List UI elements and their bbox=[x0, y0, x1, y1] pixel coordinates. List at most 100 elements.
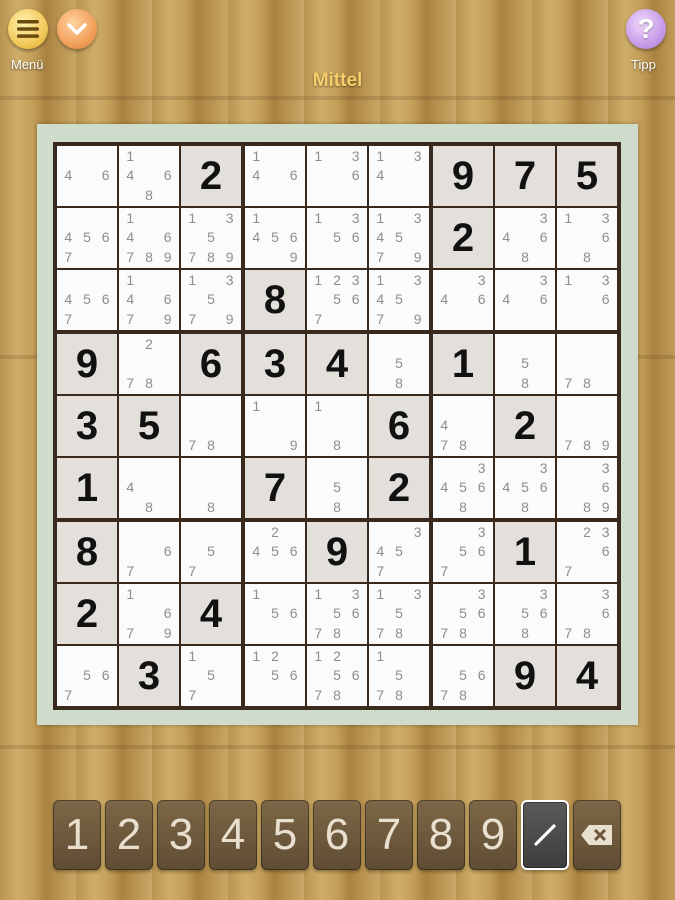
sudoku-cell[interactable]: 12356 7 bbox=[307, 270, 367, 330]
sudoku-cell[interactable]: 9 bbox=[57, 334, 117, 394]
sudoku-cell[interactable]: 1 3 6 bbox=[307, 146, 367, 206]
candidate-note: 7 bbox=[314, 310, 323, 327]
sudoku-cell[interactable]: 1 456 9 bbox=[245, 208, 305, 268]
sudoku-cell[interactable]: 3 4568 bbox=[495, 458, 555, 518]
sudoku-cell[interactable]: 8 bbox=[245, 270, 305, 330]
sudoku-cell[interactable]: 1 3 4 bbox=[369, 146, 429, 206]
sudoku-cell[interactable]: 156 bbox=[245, 584, 305, 644]
sudoku-cell[interactable]: 157 bbox=[181, 646, 241, 706]
sudoku-cell[interactable]: 456 7 bbox=[57, 270, 117, 330]
sudoku-cell[interactable]: 1 3 68 bbox=[557, 208, 617, 268]
sudoku-cell[interactable]: 3 4 6 bbox=[433, 270, 493, 330]
sudoku-cell[interactable]: 46 bbox=[57, 146, 117, 206]
sudoku-cell[interactable]: 1 bbox=[57, 458, 117, 518]
sudoku-cell[interactable]: 3 4 68 bbox=[495, 208, 555, 268]
sudoku-cell[interactable]: 3 4 6 bbox=[495, 270, 555, 330]
sudoku-cell[interactable]: 3 689 bbox=[557, 458, 617, 518]
sudoku-cell[interactable]: 78 bbox=[181, 396, 241, 456]
sudoku-cell[interactable]: 1 357 9 bbox=[181, 270, 241, 330]
sudoku-cell[interactable]: 7 bbox=[495, 146, 555, 206]
sudoku-cell[interactable]: 2 bbox=[495, 396, 555, 456]
tip-button[interactable]: ? bbox=[626, 9, 666, 49]
sudoku-cell[interactable]: 4 bbox=[307, 334, 367, 394]
sudoku-cell[interactable]: 12 56 78 bbox=[307, 646, 367, 706]
sudoku-cell[interactable]: 58 bbox=[369, 334, 429, 394]
sudoku-cell[interactable]: 2 78 bbox=[119, 334, 179, 394]
digit-key-5[interactable]: 5 bbox=[261, 800, 309, 870]
digit-key-7[interactable]: 7 bbox=[365, 800, 413, 870]
sudoku-cell[interactable]: 1 3 457 9 bbox=[369, 208, 429, 268]
sudoku-cell[interactable]: 67 bbox=[119, 522, 179, 582]
digit-key-9[interactable]: 9 bbox=[469, 800, 517, 870]
sudoku-cell[interactable]: 1 35789 bbox=[181, 208, 241, 268]
sudoku-cell[interactable]: 19 bbox=[245, 396, 305, 456]
sudoku-cell[interactable]: 48 bbox=[119, 458, 179, 518]
sudoku-cell[interactable]: 58 bbox=[307, 458, 367, 518]
sudoku-cell[interactable]: 3568 bbox=[495, 584, 555, 644]
sudoku-cell[interactable]: 78 bbox=[557, 334, 617, 394]
sudoku-cell[interactable]: 56 7 bbox=[57, 646, 117, 706]
sudoku-cell[interactable]: 9 bbox=[433, 146, 493, 206]
sudoku-cell[interactable]: 5 bbox=[119, 396, 179, 456]
sudoku-cell[interactable]: 1679 bbox=[119, 584, 179, 644]
sudoku-cell[interactable]: 1 4 6 789 bbox=[119, 208, 179, 268]
sudoku-cell[interactable]: 18 bbox=[307, 396, 367, 456]
sudoku-cell[interactable]: 3 bbox=[57, 396, 117, 456]
sudoku-cell[interactable]: 9 bbox=[495, 646, 555, 706]
erase-button[interactable] bbox=[573, 800, 621, 870]
sudoku-cell[interactable]: 3 457 bbox=[369, 522, 429, 582]
sudoku-cell[interactable]: 5 bbox=[557, 146, 617, 206]
sudoku-cell[interactable]: 4 78 bbox=[433, 396, 493, 456]
sudoku-cell[interactable]: 789 bbox=[557, 396, 617, 456]
digit-key-4[interactable]: 4 bbox=[209, 800, 257, 870]
sudoku-cell[interactable]: 1 3578 bbox=[369, 584, 429, 644]
sudoku-cell[interactable]: 8 bbox=[57, 522, 117, 582]
sudoku-cell[interactable]: 356 7 bbox=[433, 522, 493, 582]
sudoku-cell[interactable]: 12 56 bbox=[245, 646, 305, 706]
digit-key-1[interactable]: 1 bbox=[53, 800, 101, 870]
sudoku-cell[interactable]: 4 bbox=[557, 646, 617, 706]
sudoku-cell[interactable]: 3 6 78 bbox=[557, 584, 617, 644]
menu-button[interactable] bbox=[8, 9, 48, 49]
sudoku-cell[interactable]: 1 bbox=[495, 522, 555, 582]
sudoku-cell[interactable]: 3 4568 bbox=[433, 458, 493, 518]
candidate-note: 3 bbox=[601, 524, 610, 540]
sudoku-cell[interactable]: 1 356 bbox=[307, 208, 367, 268]
sudoku-cell[interactable]: 3 bbox=[119, 646, 179, 706]
sudoku-cell[interactable]: 3 bbox=[245, 334, 305, 394]
digit-key-6[interactable]: 6 bbox=[313, 800, 361, 870]
sudoku-cell[interactable]: 9 bbox=[307, 522, 367, 582]
sudoku-cell[interactable]: 356 78 bbox=[433, 584, 493, 644]
sudoku-cell[interactable]: 56 78 bbox=[433, 646, 493, 706]
sudoku-cell[interactable]: 2 bbox=[369, 458, 429, 518]
sudoku-cell[interactable]: 1 3 6 bbox=[557, 270, 617, 330]
sudoku-cell[interactable]: 6 bbox=[369, 396, 429, 456]
collapse-button[interactable] bbox=[57, 9, 97, 49]
sudoku-cell[interactable]: 2456 bbox=[245, 522, 305, 582]
sudoku-cell[interactable]: 2 bbox=[181, 146, 241, 206]
digit-key-8[interactable]: 8 bbox=[417, 800, 465, 870]
sudoku-cell[interactable]: 7 bbox=[245, 458, 305, 518]
candidate-note bbox=[578, 335, 597, 354]
candidate-note bbox=[284, 647, 303, 666]
sudoku-cell[interactable]: 1 4 68 bbox=[119, 146, 179, 206]
sudoku-cell[interactable]: 1 bbox=[433, 334, 493, 394]
pencil-mode-button[interactable] bbox=[521, 800, 569, 870]
sudoku-cell[interactable]: 4 bbox=[181, 584, 241, 644]
sudoku-cell[interactable]: 8 bbox=[181, 458, 241, 518]
candidate-note: 3 bbox=[351, 210, 360, 226]
sudoku-cell[interactable]: 57 bbox=[181, 522, 241, 582]
sudoku-cell[interactable]: 1 4 6 bbox=[245, 146, 305, 206]
sudoku-cell[interactable]: 58 bbox=[495, 334, 555, 394]
sudoku-cell[interactable]: 1578 bbox=[369, 646, 429, 706]
sudoku-cell[interactable]: 456 7 bbox=[57, 208, 117, 268]
sudoku-cell[interactable]: 1 3 457 9 bbox=[369, 270, 429, 330]
digit-key-2[interactable]: 2 bbox=[105, 800, 153, 870]
sudoku-cell[interactable]: 2 bbox=[57, 584, 117, 644]
sudoku-cell[interactable]: 1 4 6 7 9 bbox=[119, 270, 179, 330]
sudoku-cell[interactable]: 2 bbox=[433, 208, 493, 268]
sudoku-cell[interactable]: 6 bbox=[181, 334, 241, 394]
sudoku-cell[interactable]: 1 356 78 bbox=[307, 584, 367, 644]
digit-key-3[interactable]: 3 bbox=[157, 800, 205, 870]
sudoku-cell[interactable]: 23 6 7 bbox=[557, 522, 617, 582]
